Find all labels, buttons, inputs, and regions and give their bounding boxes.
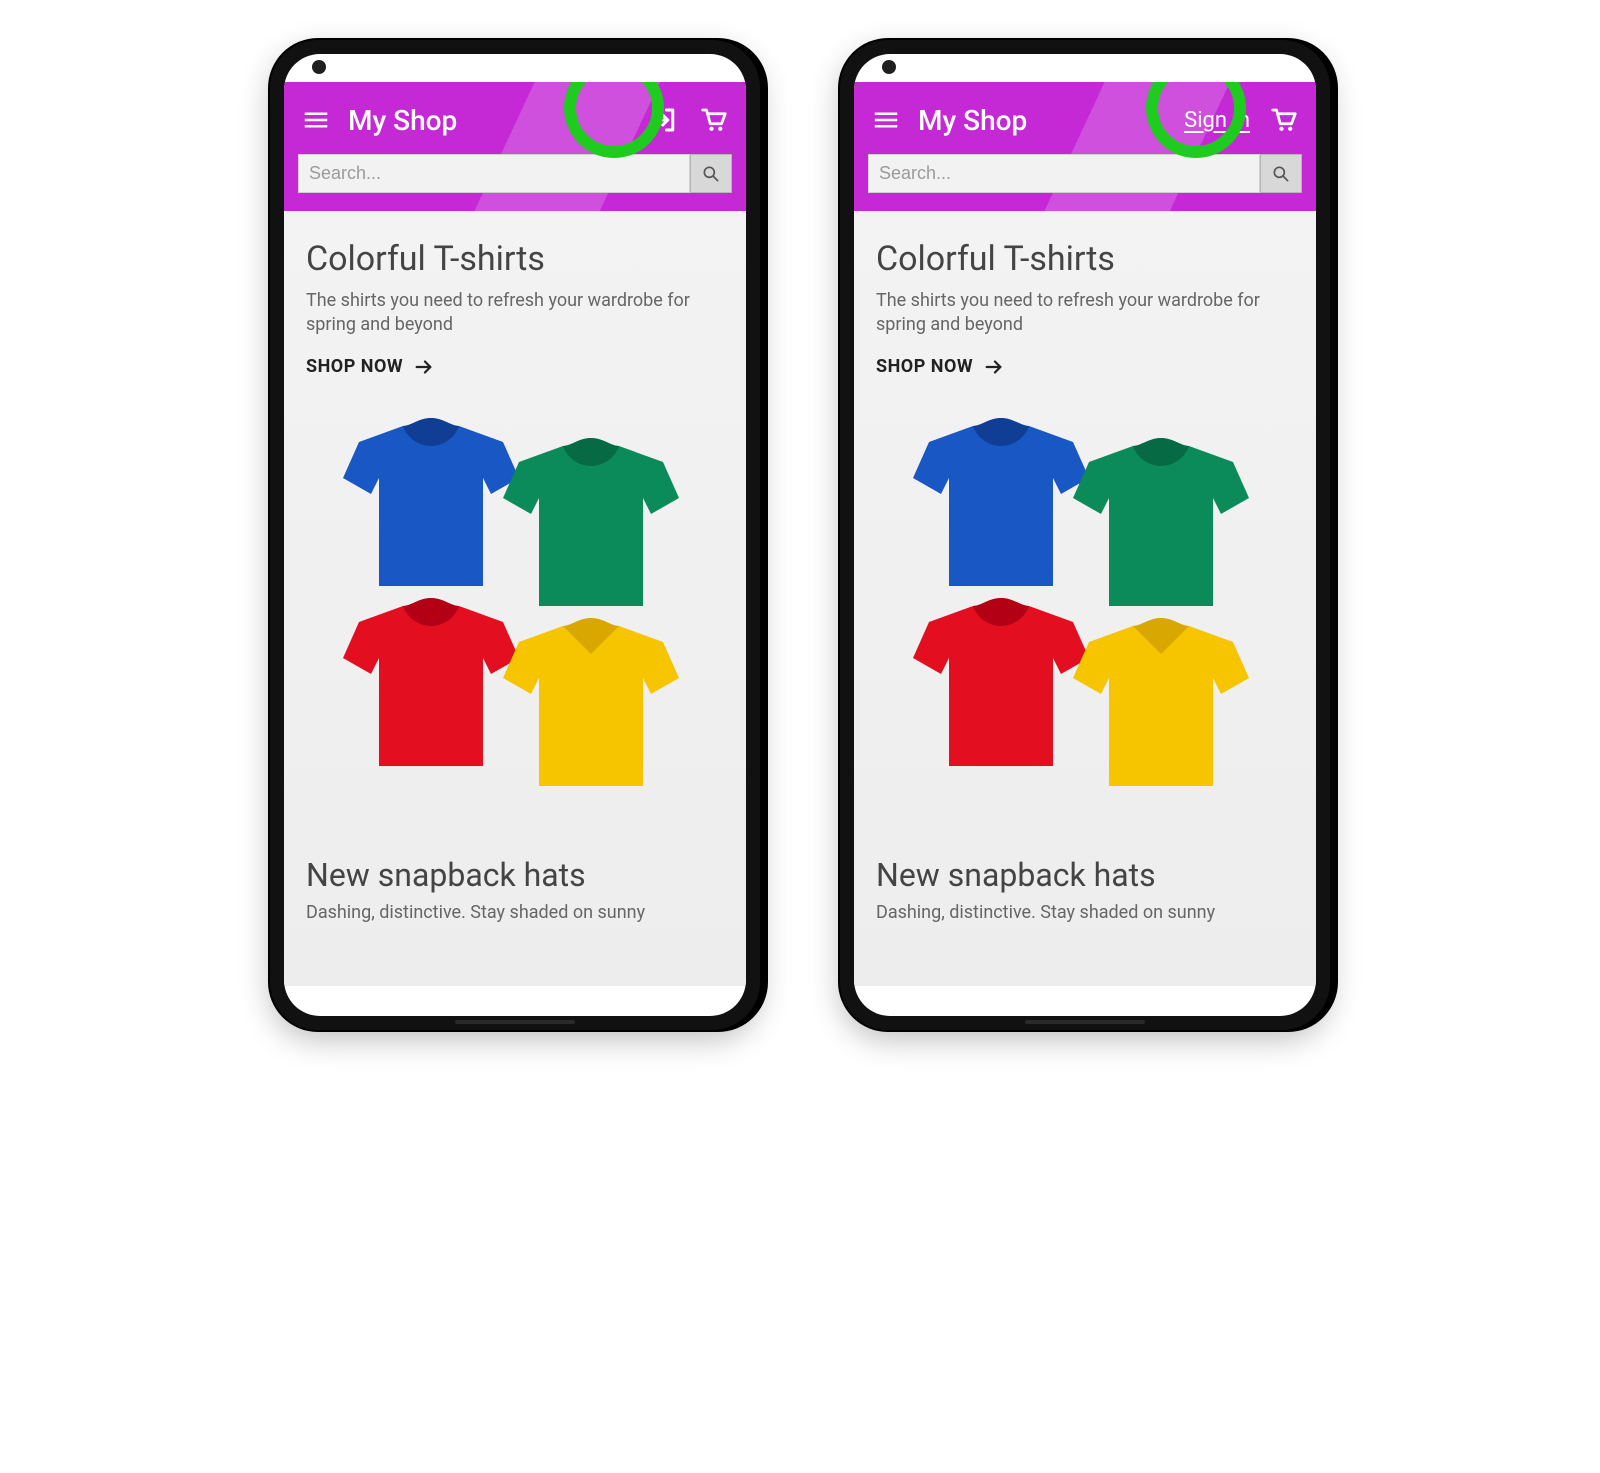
section-hats: New snapback hats Dashing, distinctive. … [876, 856, 1294, 923]
phone-camera [882, 60, 896, 74]
app-title: My Shop [348, 104, 632, 137]
menu-button[interactable] [868, 102, 904, 138]
arrow-right-icon [413, 356, 435, 378]
search-button[interactable] [1260, 154, 1302, 193]
hero-image [306, 392, 724, 832]
section-hats: New snapback hats Dashing, distinctive. … [306, 856, 724, 923]
shop-now-button[interactable]: SHOP NOW [306, 356, 435, 378]
tshirt-yellow [1056, 602, 1266, 802]
search-button[interactable] [690, 154, 732, 193]
hamburger-icon [301, 105, 331, 135]
search-icon [701, 164, 721, 184]
search-row [868, 154, 1302, 193]
phone-camera [312, 60, 326, 74]
login-icon [649, 105, 679, 135]
tshirt-yellow [486, 602, 696, 802]
section-hats-title: New snapback hats [306, 856, 724, 894]
menu-button[interactable] [298, 102, 334, 138]
section-hats-subtitle: Dashing, distinctive. Stay shaded on sun… [876, 902, 1294, 923]
page-content: Colorful T-shirts The shirts you need to… [854, 211, 1316, 986]
phone-mockup-text-signin: My Shop Sign in [840, 40, 1330, 1030]
shop-now-label: SHOP NOW [306, 356, 403, 377]
hero-subtitle: The shirts you need to refresh your ward… [306, 289, 724, 338]
page-content: Colorful T-shirts The shirts you need to… [284, 211, 746, 986]
hero-subtitle: The shirts you need to refresh your ward… [876, 289, 1294, 338]
search-row [298, 154, 732, 193]
search-input[interactable] [298, 154, 690, 193]
arrow-right-icon [983, 356, 1005, 378]
signin-button[interactable] [646, 102, 682, 138]
signin-link[interactable]: Sign in [1182, 104, 1252, 137]
hero-title: Colorful T-shirts [306, 239, 724, 279]
phone-mockup-icon-signin: My Shop [270, 40, 760, 1030]
shop-now-label: SHOP NOW [876, 356, 973, 377]
app-title: My Shop [918, 104, 1168, 137]
cart-button[interactable] [1266, 102, 1302, 138]
app-bar: My Shop [284, 82, 746, 211]
cart-icon [1269, 105, 1299, 135]
search-icon [1271, 164, 1291, 184]
search-input[interactable] [868, 154, 1260, 193]
hero-image [876, 392, 1294, 832]
app-bar: My Shop Sign in [854, 82, 1316, 211]
shop-now-button[interactable]: SHOP NOW [876, 356, 1005, 378]
section-hats-title: New snapback hats [876, 856, 1294, 894]
section-hats-subtitle: Dashing, distinctive. Stay shaded on sun… [306, 902, 724, 923]
cart-icon [699, 105, 729, 135]
hero-title: Colorful T-shirts [876, 239, 1294, 279]
cart-button[interactable] [696, 102, 732, 138]
hamburger-icon [871, 105, 901, 135]
